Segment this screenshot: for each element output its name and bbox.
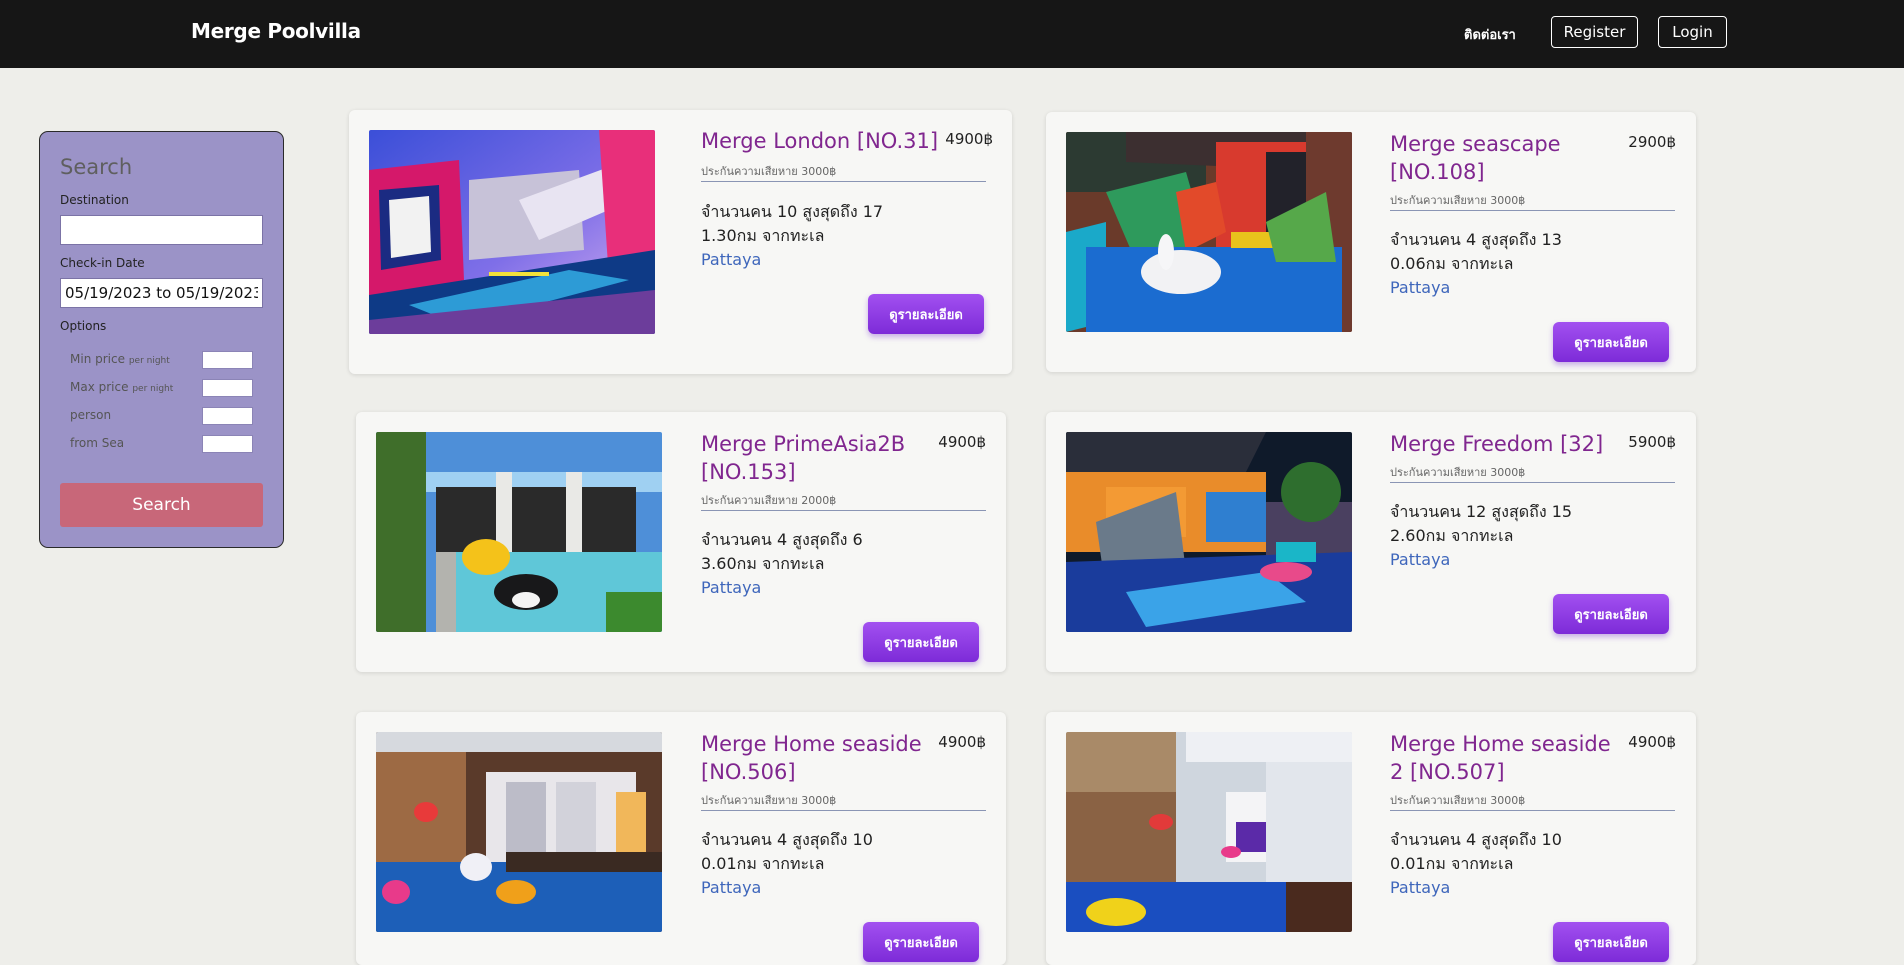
max-price-row: Max price per night <box>70 379 256 397</box>
min-price-label: Min price per night <box>70 352 170 366</box>
villa-photo[interactable] <box>1066 732 1352 932</box>
person-label: person <box>70 408 112 422</box>
villa-photo[interactable] <box>376 432 662 632</box>
top-navbar: Merge Poolvilla ติดต่อเรา Register Login <box>0 0 1904 68</box>
villa-location[interactable]: Pattaya <box>701 578 761 597</box>
villa-location[interactable]: Pattaya <box>701 250 761 269</box>
checkin-date-input[interactable] <box>60 278 263 308</box>
villa-location[interactable]: Pattaya <box>701 878 761 897</box>
listing-card: Merge seascape [NO.108] 2900฿ ประกันความ… <box>1046 112 1696 372</box>
villa-capacity: จำนวนคน 4 สูงสุดถึง 10 <box>701 830 873 849</box>
view-details-button[interactable]: ดูรายละเอียด <box>863 622 979 662</box>
villa-photo[interactable] <box>369 130 655 334</box>
villa-price: 5900฿ <box>1628 433 1676 451</box>
contact-link[interactable]: ติดต่อเรา <box>1464 24 1516 45</box>
villa-deposit: ประกันความเสียหาย 3000฿ <box>1390 791 1675 811</box>
villa-capacity: จำนวนคน 4 สูงสุดถึง 6 <box>701 530 863 549</box>
min-price-row: Min price per night <box>70 351 256 369</box>
register-button[interactable]: Register <box>1551 16 1638 48</box>
from-sea-label: from Sea <box>70 436 125 450</box>
listing-card: Merge Home seaside [NO.506] 4900฿ ประกัน… <box>356 712 1006 965</box>
person-input[interactable] <box>202 407 253 425</box>
max-price-label: Max price per night <box>70 380 174 394</box>
villa-price: 2900฿ <box>1628 133 1676 151</box>
min-price-input[interactable] <box>202 351 253 369</box>
checkin-label: Check-in Date <box>60 256 145 270</box>
view-details-button[interactable]: ดูรายละเอียด <box>868 294 984 334</box>
villa-name[interactable]: Merge seascape [NO.108] <box>1390 130 1626 186</box>
villa-deposit: ประกันความเสียหาย 3000฿ <box>1390 463 1675 483</box>
listing-card: Merge London [NO.31] 4900฿ ประกันความเสี… <box>349 110 1012 374</box>
villa-capacity: จำนวนคน 4 สูงสุดถึง 10 <box>1390 830 1562 849</box>
villa-capacity: จำนวนคน 4 สูงสุดถึง 13 <box>1390 230 1562 249</box>
villa-name[interactable]: Merge Home seaside 2 [NO.507] <box>1390 730 1626 786</box>
villa-distance: 0.06กม จากทะเล <box>1390 254 1514 273</box>
view-details-button[interactable]: ดูรายละเอียด <box>1553 922 1669 962</box>
search-button[interactable]: Search <box>60 483 263 527</box>
destination-label: Destination <box>60 193 129 207</box>
destination-input[interactable] <box>60 215 263 245</box>
villa-price: 4900฿ <box>1628 733 1676 751</box>
view-details-button[interactable]: ดูรายละเอียด <box>1553 594 1669 634</box>
villa-price: 4900฿ <box>945 130 993 148</box>
villa-deposit: ประกันความเสียหาย 3000฿ <box>1390 191 1675 211</box>
villa-name[interactable]: Merge PrimeAsia2B [NO.153] <box>701 430 937 486</box>
listing-card: Merge Freedom [32] 5900฿ ประกันความเสียห… <box>1046 412 1696 672</box>
from-sea-row: from Sea <box>70 435 256 453</box>
search-panel: Search Destination Check-in Date Options… <box>39 131 284 548</box>
villa-capacity: จำนวนคน 12 สูงสุดถึง 15 <box>1390 502 1573 521</box>
from-sea-input[interactable] <box>202 435 253 453</box>
villa-price: 4900฿ <box>938 733 986 751</box>
search-panel-title: Search <box>60 155 133 179</box>
villa-distance: 3.60กม จากทะเล <box>701 554 825 573</box>
villa-deposit: ประกันความเสียหาย 3000฿ <box>701 791 986 811</box>
villa-distance: 2.60กม จากทะเล <box>1390 526 1514 545</box>
listing-card: Merge PrimeAsia2B [NO.153] 4900฿ ประกันค… <box>356 412 1006 672</box>
listing-card: Merge Home seaside 2 [NO.507] 4900฿ ประก… <box>1046 712 1696 965</box>
person-row: person <box>70 407 256 425</box>
villa-name[interactable]: Merge London [NO.31] <box>701 127 941 155</box>
villa-photo[interactable] <box>1066 132 1352 332</box>
villa-price: 4900฿ <box>938 433 986 451</box>
villa-photo[interactable] <box>376 732 662 932</box>
villa-deposit: ประกันความเสียหาย 2000฿ <box>701 491 986 511</box>
villa-distance: 0.01กม จากทะเล <box>1390 854 1514 873</box>
villa-distance: 0.01กม จากทะเล <box>701 854 825 873</box>
villa-distance: 1.30กม จากทะเล <box>701 226 825 245</box>
options-label: Options <box>60 319 107 333</box>
villa-name[interactable]: Merge Home seaside [NO.506] <box>701 730 937 786</box>
villa-capacity: จำนวนคน 10 สูงสุดถึง 17 <box>701 202 884 221</box>
view-details-button[interactable]: ดูรายละเอียด <box>863 922 979 962</box>
villa-location[interactable]: Pattaya <box>1390 878 1450 897</box>
villa-photo[interactable] <box>1066 432 1352 632</box>
login-button[interactable]: Login <box>1658 16 1727 48</box>
villa-location[interactable]: Pattaya <box>1390 550 1450 569</box>
villa-name[interactable]: Merge Freedom [32] <box>1390 430 1626 458</box>
villa-location[interactable]: Pattaya <box>1390 278 1450 297</box>
villa-deposit: ประกันความเสียหาย 3000฿ <box>701 162 986 182</box>
view-details-button[interactable]: ดูรายละเอียด <box>1553 322 1669 362</box>
site-logo[interactable]: Merge Poolvilla <box>191 19 361 43</box>
max-price-input[interactable] <box>202 379 253 397</box>
